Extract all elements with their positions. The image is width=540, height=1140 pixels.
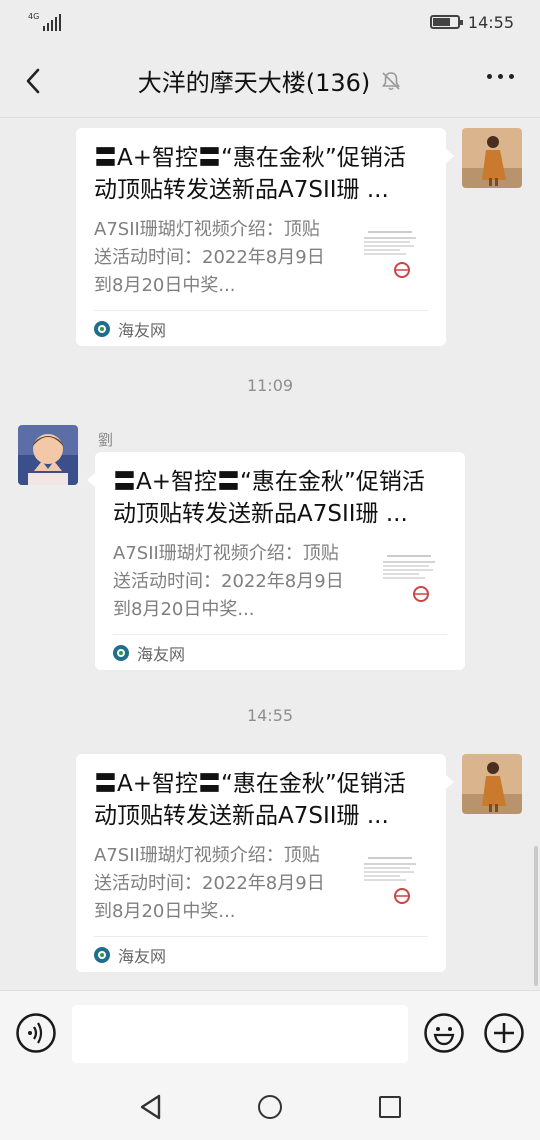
- card-description: A7SII珊瑚灯视频介绍：顶贴送活动时间：2022年8月9日到8月20日中奖..…: [94, 845, 325, 922]
- card-thumbnail: [360, 226, 420, 286]
- card-title: 〓A+智控〓“惠在金秋”促销活动顶贴转发送新品A7SII珊 ...: [94, 145, 406, 203]
- signal-icon: 4G: [28, 12, 62, 31]
- my-avatar[interactable]: [462, 128, 522, 188]
- card-title: 〓A+智控〓“惠在金秋”促销活动顶贴转发送新品A7SII珊 ...: [94, 771, 406, 829]
- chat-area[interactable]: 〓A+智控〓“惠在金秋”促销活动顶贴转发送新品A7SII珊 ... A7SII珊…: [0, 118, 540, 990]
- chat-title: 大洋的摩天大楼(136): [137, 69, 371, 97]
- sender-name: 劉: [98, 431, 114, 449]
- message-input[interactable]: [72, 1005, 408, 1063]
- my-avatar[interactable]: [462, 754, 522, 814]
- navigation-bar: [0, 1074, 540, 1140]
- more-dots-icon[interactable]: [487, 74, 514, 79]
- link-card[interactable]: 〓A+智控〓“惠在金秋”促销活动顶贴转发送新品A7SII珊 ... A7SII珊…: [76, 754, 454, 972]
- voice-icon[interactable]: [16, 1013, 56, 1053]
- timestamp: 11:09: [246, 376, 294, 395]
- card-description: A7SII珊瑚灯视频介绍：顶贴送活动时间：2022年8月9日到8月20日中奖..…: [94, 219, 325, 296]
- card-title: 〓A+智控〓“惠在金秋”促销活动顶贴转发送新品A7SII珊 ...: [113, 469, 425, 527]
- nav-recents-icon[interactable]: [379, 1096, 401, 1118]
- source-logo-icon: [94, 946, 110, 963]
- card-description: A7SII珊瑚灯视频介绍：顶贴送活动时间：2022年8月9日到8月20日中奖..…: [113, 543, 344, 620]
- input-bar: [0, 990, 540, 1074]
- source-logo-icon: [113, 644, 129, 661]
- emoji-icon[interactable]: [424, 1013, 464, 1053]
- source-logo-icon: [94, 320, 110, 337]
- nav-back-icon[interactable]: [138, 1094, 164, 1120]
- scrollbar[interactable]: [534, 846, 538, 986]
- card-source: 海友网: [118, 946, 167, 966]
- card-thumbnail: [360, 852, 420, 912]
- plus-icon[interactable]: [484, 1013, 524, 1053]
- nav-home-icon[interactable]: [258, 1095, 282, 1119]
- status-time: 14:55: [467, 12, 514, 32]
- link-card[interactable]: 〓A+智控〓“惠在金秋”促销活动顶贴转发送新品A7SII珊 ... A7SII珊…: [76, 128, 454, 346]
- battery-icon: [429, 15, 463, 29]
- card-source: 海友网: [118, 320, 167, 340]
- card-thumbnail: [379, 550, 439, 610]
- chat-header: 大洋的摩天大楼(136): [0, 44, 540, 118]
- status-bar: 4G 14:55: [0, 0, 540, 44]
- sender-avatar[interactable]: [18, 425, 78, 485]
- link-card[interactable]: 〓A+智控〓“惠在金秋”促销活动顶贴转发送新品A7SII珊 ... A7SII珊…: [87, 452, 465, 670]
- timestamp: 14:55: [246, 706, 294, 725]
- network-label: 4G: [28, 12, 40, 21]
- back-arrow-icon[interactable]: [20, 66, 50, 96]
- card-source: 海友网: [137, 644, 186, 664]
- bell-muted-icon: [382, 71, 401, 90]
